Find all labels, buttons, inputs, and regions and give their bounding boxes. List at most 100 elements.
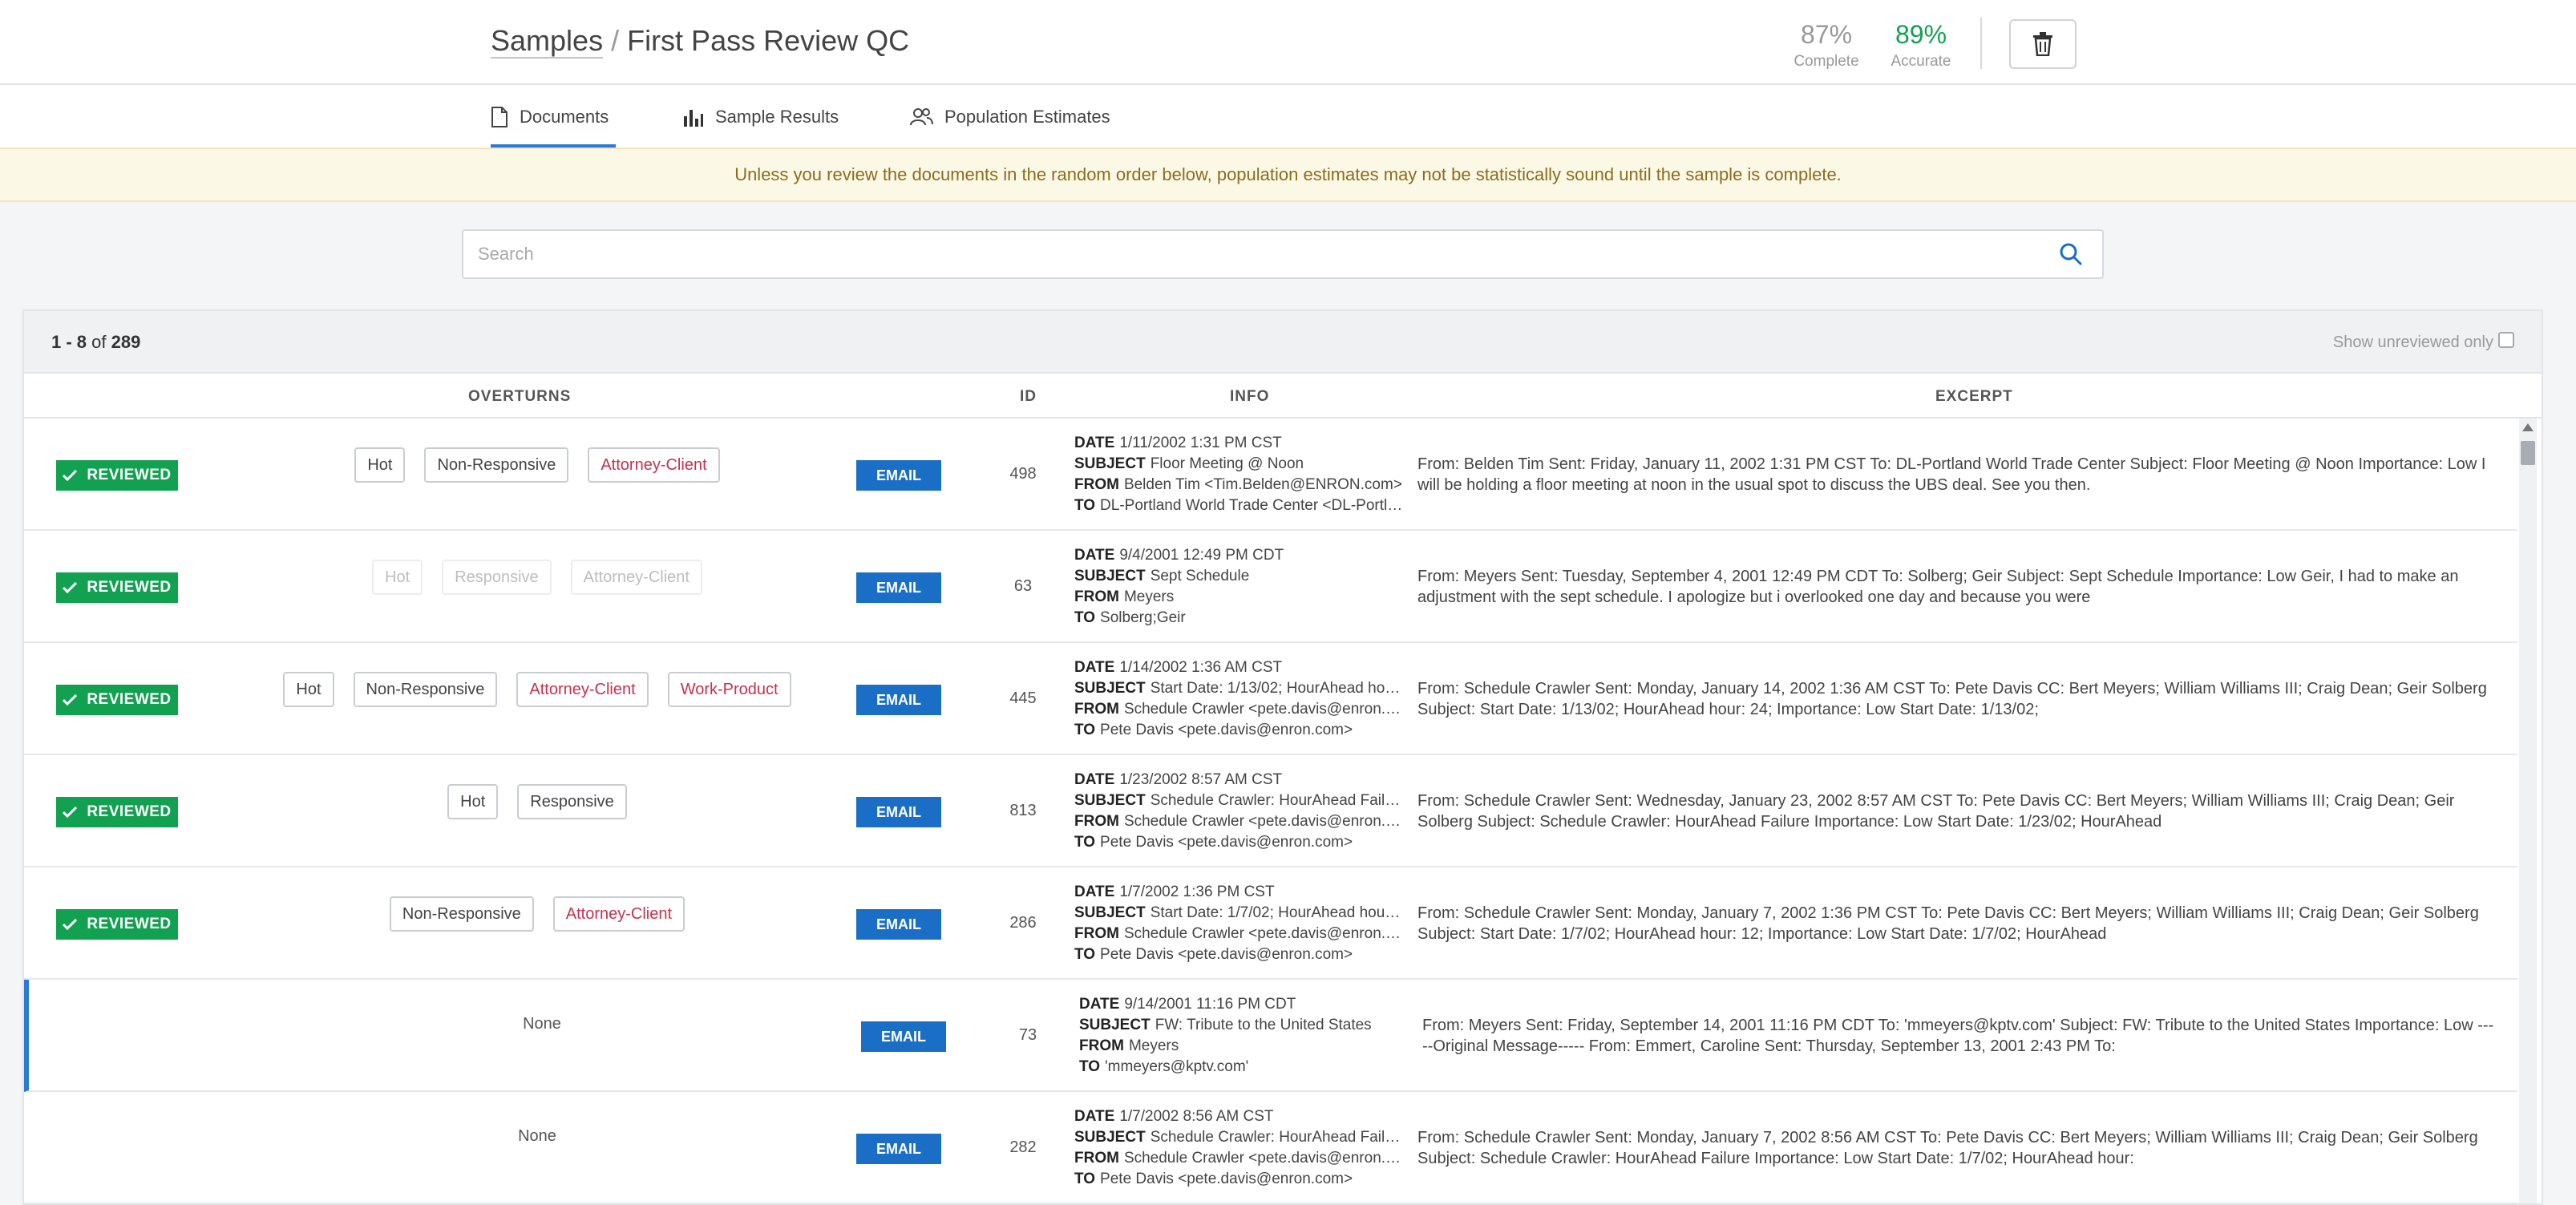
info-to: TO Pete Davis <pete.davis@enron.com> [1074,832,1403,853]
overturn-tag[interactable]: Non-Responsive [389,896,534,932]
tab-population-estimates[interactable]: Population Estimates [909,87,1110,148]
doc-type-badge: EMAIL [861,1021,946,1052]
info-date-value: 9/14/2001 11:16 PM CDT [1124,996,1296,1013]
result-count: 1 - 8 of 289 [51,332,140,353]
info-subject-value: Floor Meeting @ Noon [1150,455,1304,472]
info-subject-label: SUBJECT [1074,455,1146,472]
scrollbar-thumb[interactable] [2521,441,2535,465]
trash-icon [2033,32,2052,56]
overturn-tag[interactable]: Attorney-Client [588,447,720,483]
delete-button[interactable] [2009,19,2077,69]
people-icon [910,108,933,126]
info-subject: SUBJECT Schedule Crawler: HourAhead Failu… [1074,791,1403,811]
reviewed-badge: REVIEWED [56,685,178,715]
info-subject-label: SUBJECT [1074,792,1146,809]
show-unreviewed-checkbox[interactable] [2498,332,2514,348]
table-row[interactable]: REVIEWED Hot Responsive EMAIL 813 DATE 1/23/20… [24,755,2517,867]
tab-sample-results[interactable]: Sample Results [683,87,839,148]
info-to-label: TO [1074,946,1096,963]
info-to: TO Pete Davis <pete.davis@enron.com> [1074,720,1403,741]
breadcrumb-samples-link[interactable]: Samples [491,24,604,59]
complete-value: 87% [1800,20,1853,49]
info-date-value: 1/11/2002 1:31 PM CST [1119,435,1282,451]
table-row[interactable]: REVIEWED Hot Non-Responsive Attorney-Client… [24,419,2517,531]
overturn-tag[interactable]: Attorney-Client [552,896,685,932]
page-header: Samples / First Pass Review QC 87% Complet… [0,0,2576,85]
info-subject: SUBJECT Floor Meeting @ Noon [1074,454,1403,475]
overturn-tag[interactable]: Hot [354,447,406,483]
overturn-tag[interactable]: Responsive [517,784,627,819]
overturn-tag[interactable]: Non-Responsive [353,672,498,707]
complete-stat: 87% Complete [1786,19,1866,71]
result-of: of [91,332,107,352]
info-subject: SUBJECT Start Date: 1/13/02; HourAhead ho… [1074,678,1403,699]
tab-documents-label: Documents [520,107,609,127]
table-row[interactable]: None EMAIL 282 DATE 1/7/2002 8:56 AM CST SUBJ… [24,1092,2517,1203]
info-to: TO Pete Davis <pete.davis@enron.com> [1074,1169,1403,1190]
overturn-tag[interactable]: Work-Product [667,672,791,707]
overturn-tag[interactable]: Responsive [442,560,552,595]
tab-bar: Documents Sample Results Population Esti… [0,87,2576,148]
info-from-value: Schedule Crawler <pete.davis@enron.com> [1123,925,1403,942]
scrollbar[interactable] [2519,419,2537,1203]
column-header-id[interactable]: ID [1020,388,1037,406]
overturn-tags: Hot Non-Responsive Attorney-Client Work-Pro… [208,672,866,707]
overturn-tag[interactable]: Hot [447,784,499,819]
info-subject: SUBJECT FW: Tribute to the United States [1079,1015,1408,1036]
info-subject-value: Sept Schedule [1150,568,1250,584]
info-to-label: TO [1074,834,1096,851]
accurate-label: Accurate [1891,53,1951,70]
reviewed-label: REVIEWED [87,691,172,708]
info-from-label: FROM [1074,813,1119,830]
info-date: DATE 1/23/2002 8:57 AM CST [1074,770,1403,791]
breadcrumb: Samples / First Pass Review QC [491,24,910,59]
info-to-label: TO [1079,1058,1101,1075]
info-subject-value: Schedule Crawler: HourAhead Failure [1150,1129,1403,1146]
table-row[interactable]: REVIEWED Non-Responsive Attorney-Client EMA… [24,867,2517,980]
overturn-tag[interactable]: Attorney-Client [570,560,702,595]
info-date-value: 1/14/2002 1:36 AM CST [1119,659,1283,676]
table-row[interactable]: None EMAIL 73 DATE 9/14/2001 11:16 PM CDT SUB… [24,980,2517,1092]
column-header-info[interactable]: INFO [1230,388,1269,406]
table-row[interactable]: REVIEWED Hot Responsive Attorney-Client EMAI… [24,531,2517,643]
info-to-label: TO [1074,609,1096,626]
info-subject: SUBJECT Start Date: 1/7/02; HourAhead hou… [1074,903,1403,924]
overturn-tag[interactable]: Non-Responsive [424,447,569,483]
page-title: First Pass Review QC [627,24,910,57]
doc-info: DATE 9/14/2001 11:16 PM CDT SUBJECT FW: Tri… [1079,994,1408,1078]
info-from: FROM Meyers [1074,587,1403,608]
doc-excerpt: From: Schedule Crawler Sent: Monday, Jan… [1417,680,2487,718]
search-box [462,229,2104,279]
tab-documents[interactable]: Documents [491,87,616,148]
info-to-value: Solberg;Geir [1100,609,1186,626]
overturn-tag[interactable]: Attorney-Client [516,672,649,707]
column-header-excerpt[interactable]: EXCERPT [1935,388,2013,406]
info-to-value: DL-Portland World Trade Center <DL-Portl… [1100,497,1403,514]
table-row[interactable]: REVIEWED Hot Non-Responsive Attorney-Client… [24,643,2517,755]
reviewed-badge: REVIEWED [56,909,178,940]
column-header-overturns[interactable]: OVERTURNS [468,388,571,406]
doc-type-badge: EMAIL [856,1134,941,1164]
overturn-tag[interactable]: Hot [372,560,423,595]
info-from: FROM Schedule Crawler <pete.davis@enron.c… [1074,811,1403,832]
documents-panel: 1 - 8 of 289 Show unreviewed only OVERTU… [22,309,2543,1205]
search-icon[interactable] [2059,242,2083,266]
info-from-label: FROM [1079,1037,1124,1054]
info-date: DATE 1/7/2002 8:56 AM CST [1074,1106,1403,1127]
doc-type-badge: EMAIL [856,572,941,603]
info-to: TO DL-Portland World Trade Center <DL-Por… [1074,495,1403,516]
doc-id: 282 [1009,1138,1037,1156]
search-input[interactable] [465,233,2020,276]
bar-chart-icon [684,110,703,127]
info-to: TO Pete Davis <pete.davis@enron.com> [1074,944,1403,965]
info-to: TO Solberg;Geir [1074,608,1403,629]
info-from-value: Schedule Crawler <pete.davis@enron.com> [1123,1150,1403,1167]
overturn-tag[interactable]: Hot [283,672,334,707]
info-from-value: Meyers [1128,1037,1179,1054]
info-from-label: FROM [1074,476,1119,493]
scroll-up-arrow-icon[interactable] [2522,423,2534,431]
document-list: REVIEWED Hot Non-Responsive Attorney-Client… [24,419,2517,1203]
doc-info: DATE 1/23/2002 8:57 AM CST SUBJECT Schedule… [1074,770,1403,853]
info-date-label: DATE [1074,435,1115,451]
document-icon [491,107,508,127]
